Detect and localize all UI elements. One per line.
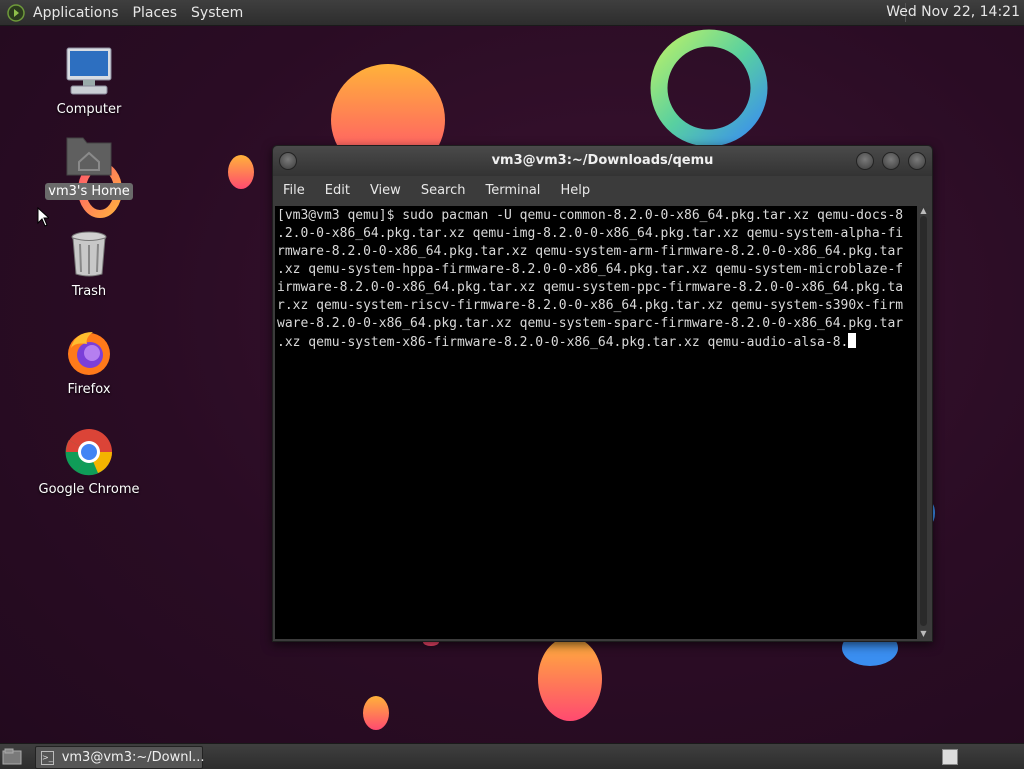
- window-titlebar[interactable]: vm3@vm3:~/Downloads/qemu: [273, 146, 932, 176]
- desktop-icon-home[interactable]: vm3's Home: [34, 128, 144, 200]
- terminal-window[interactable]: vm3@vm3:~/Downloads/qemu File Edit View …: [272, 145, 933, 642]
- terminal-output[interactable]: [vm3@vm3 qemu]$ sudo pacman -U qemu-comm…: [275, 206, 917, 639]
- taskbar-item-terminal[interactable]: >_ vm3@vm3:~/Downl...: [35, 746, 205, 769]
- desktop-icon-computer[interactable]: Computer: [34, 46, 144, 117]
- terminal-line: .xz qemu-system-hppa-firmware-8.2.0-0-x8…: [277, 262, 904, 277]
- menu-search[interactable]: Search: [411, 183, 476, 198]
- firefox-icon: [68, 332, 110, 375]
- terminal-line: irmware-8.2.0-0-x86_64.pkg.tar.xz qemu-s…: [277, 280, 904, 295]
- window-title: vm3@vm3:~/Downloads/qemu: [491, 153, 714, 168]
- bottom-panel: >_ vm3@vm3:~/Downl...: [0, 743, 1024, 769]
- menu-file[interactable]: File: [273, 183, 315, 198]
- text-cursor: [848, 333, 857, 348]
- window-menu-icon[interactable]: [279, 152, 297, 170]
- home-folder-icon: [66, 137, 112, 176]
- mouse-pointer-icon: [37, 207, 49, 227]
- computer-icon: [66, 47, 112, 95]
- terminal-line: r.xz qemu-system-riscv-firmware-8.2.0-0-…: [277, 298, 904, 313]
- top-panel: Applications Places System Wed Nov 22, 1…: [0, 0, 1024, 26]
- menu-help[interactable]: Help: [550, 183, 600, 198]
- terminal-line: [vm3@vm3 qemu]$ sudo pacman -U qemu-comm…: [277, 208, 904, 223]
- desktop-icon-trash[interactable]: Trash: [34, 228, 144, 299]
- trash-icon: [71, 231, 107, 277]
- desktop-icon-label: Trash: [71, 284, 107, 299]
- places-menu[interactable]: Places: [133, 5, 178, 21]
- system-menu[interactable]: System: [191, 5, 243, 21]
- menu-edit[interactable]: Edit: [315, 183, 360, 198]
- scroll-down-icon[interactable]: ▼: [919, 630, 928, 638]
- terminal-line-last: .xz qemu-system-x86-firmware-8.2.0-0-x86…: [277, 333, 917, 352]
- terminal-scrollbar[interactable]: ▲ ▼: [917, 206, 930, 639]
- desktop-icon-chrome[interactable]: Google Chrome: [34, 426, 144, 497]
- menu-view[interactable]: View: [360, 183, 411, 198]
- menu-terminal[interactable]: Terminal: [475, 183, 550, 198]
- terminal-text: [vm3@vm3 qemu]$ sudo pacman -U qemu-comm…: [277, 207, 917, 352]
- minimize-icon[interactable]: [856, 152, 874, 170]
- scroll-up-icon[interactable]: ▲: [919, 207, 928, 215]
- workspace-switcher[interactable]: [942, 749, 958, 765]
- chrome-icon: [65, 429, 112, 476]
- distro-logo-icon[interactable]: [7, 3, 25, 22]
- clock[interactable]: Wed Nov 22, 14:21: [886, 4, 1020, 20]
- close-icon[interactable]: [908, 152, 926, 170]
- terminal-line: ware-8.2.0-0-x86_64.pkg.tar.xz qemu-syst…: [277, 316, 904, 331]
- terminal-line: .2.0-0-x86_64.pkg.tar.xz qemu-img-8.2.0-…: [277, 226, 904, 241]
- terminal-icon: >_: [41, 750, 54, 765]
- desktop-icon-label: Google Chrome: [38, 482, 140, 497]
- desktop-icon-label: Firefox: [67, 382, 111, 397]
- desktop-icon-firefox[interactable]: Firefox: [34, 326, 144, 397]
- desktop-icon-label: vm3's Home: [45, 183, 133, 200]
- show-desktop-icon[interactable]: [2, 748, 22, 765]
- scrollbar-thumb[interactable]: [920, 216, 927, 626]
- desktop-icon-label: Computer: [56, 102, 122, 117]
- applications-menu[interactable]: Applications: [33, 5, 119, 21]
- taskbar-item-label: vm3@vm3:~/Downl...: [61, 750, 205, 765]
- terminal-menubar: File Edit View Search Terminal Help: [273, 176, 932, 204]
- terminal-line: rmware-8.2.0-0-x86_64.pkg.tar.xz qemu-sy…: [277, 244, 904, 259]
- maximize-icon[interactable]: [882, 152, 900, 170]
- terminal-line: .xz qemu-system-x86-firmware-8.2.0-0-x86…: [277, 335, 849, 350]
